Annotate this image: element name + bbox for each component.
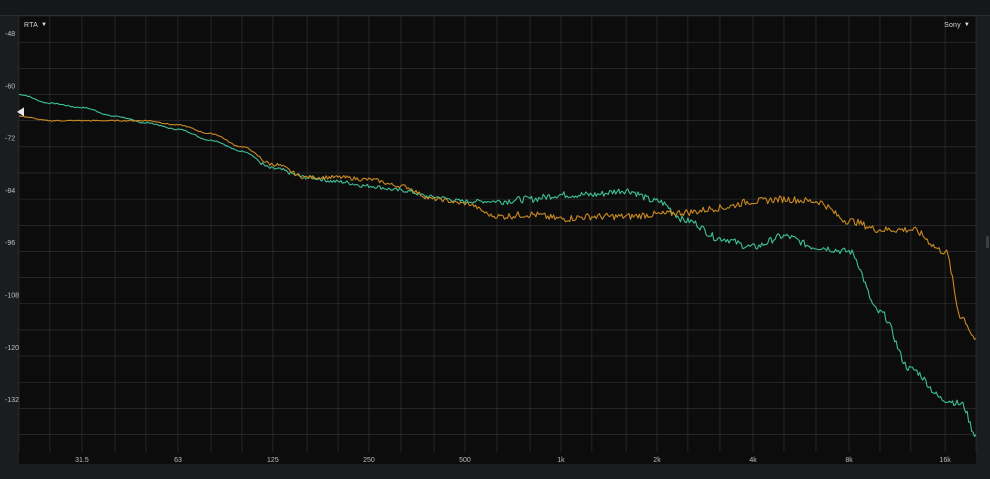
resize-handle[interactable] [986,236,989,248]
rta-chart[interactable]: -48 -60 -72 -84 -96 -108 -120 -132 31.5 63 125 250 5… [5,15,977,464]
y-tick-label: -96 [5,240,15,247]
x-tick-label: 2k [653,457,661,464]
triangle-down-icon: ▼ [963,22,970,28]
series-line-2 [18,115,977,340]
device-dropdown[interactable]: Sony ▼ [944,19,970,31]
x-tick-label: 125 [267,457,279,464]
triangle-down-icon: ▼ [40,22,48,28]
x-tick-label: 1k [557,457,565,464]
x-tick-label: 250 [363,457,375,464]
device-label: Sony [944,21,961,29]
x-tick-label: 4k [749,457,757,464]
x-tick-label: 16k [939,457,951,464]
rta-mode-label: RTA [24,21,38,29]
top-bar [0,0,990,16]
y-tick-label: -60 [5,83,15,90]
y-tick-label: -48 [5,31,15,38]
x-tick-label: 500 [459,457,471,464]
y-tick-label: -132 [5,397,19,404]
x-tick-label: 8k [845,457,853,464]
x-tick-label: 63 [174,457,182,464]
tick-labels: -48 -60 -72 -84 -96 -108 -120 -132 31.5 63 125 250 5… [5,31,951,464]
y-tick-label: -108 [5,293,19,300]
y-tick-label: -120 [5,345,19,352]
reference-marker-icon[interactable] [17,107,24,117]
y-tick-label: -84 [5,188,15,195]
x-tick-label: 31.5 [75,457,89,464]
grid [18,15,977,452]
y-tick-label: -72 [5,136,15,143]
series-line-1 [19,93,977,438]
rta-mode-dropdown[interactable]: RTA ▼ [24,19,47,31]
rta-plot-area[interactable]: -48 -60 -72 -84 -96 -108 -120 -132 31.5 63 125 250 5… [5,15,977,464]
series-lines [17,93,977,438]
